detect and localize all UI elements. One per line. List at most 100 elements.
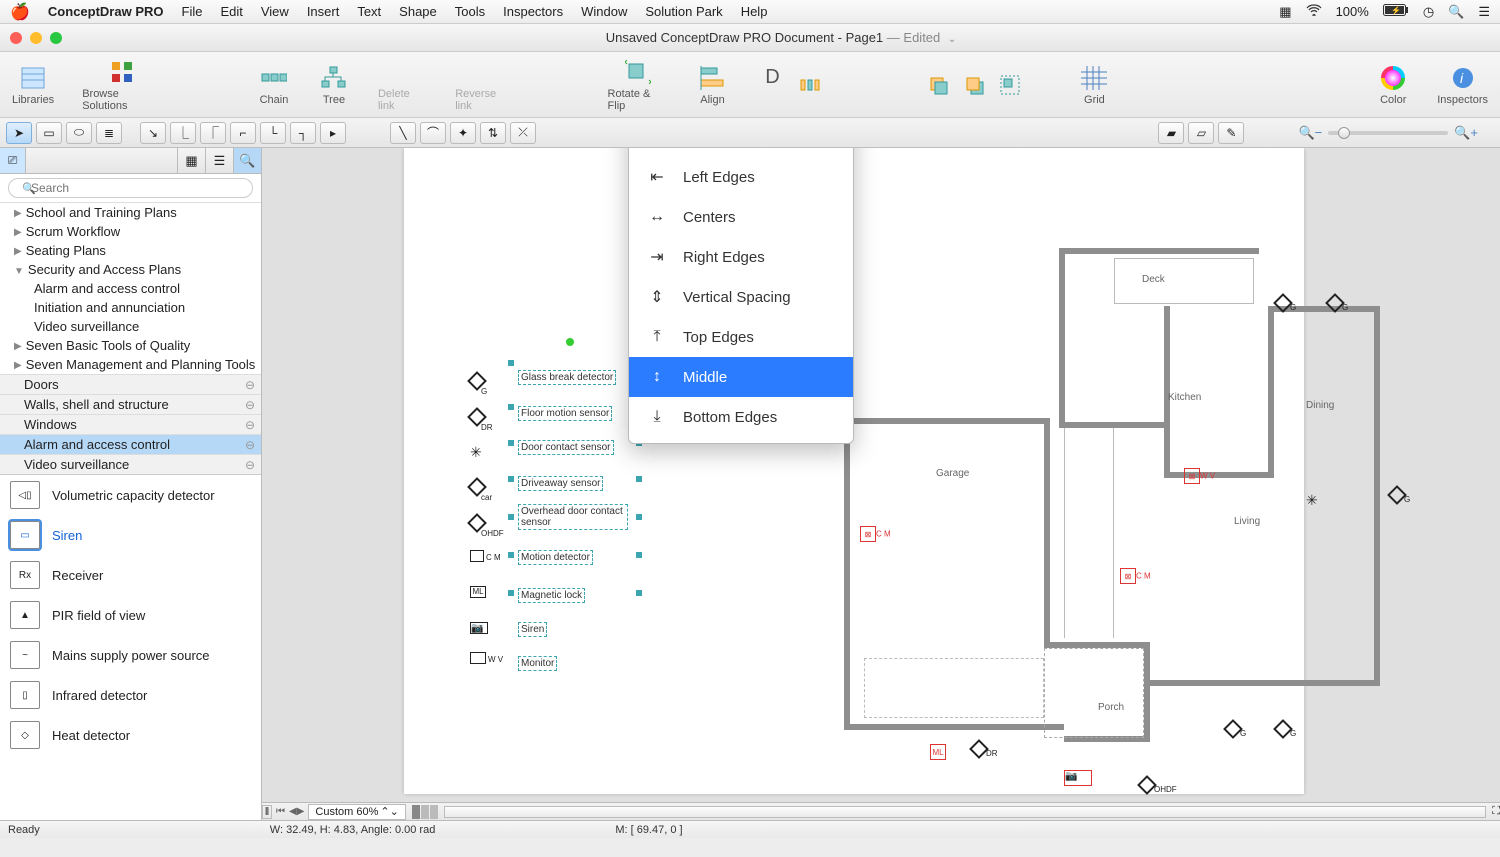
- dd-item-bottom-edges[interactable]: ⤓Bottom Edges: [629, 397, 853, 437]
- dd-item-middle[interactable]: ↕Middle: [629, 357, 853, 397]
- line-tool-2[interactable]: ⌒: [420, 122, 446, 144]
- fit-page-icon[interactable]: ⛶: [1492, 805, 1500, 818]
- legend-icon[interactable]: ML: [470, 586, 486, 598]
- sensor-icon[interactable]: ⊠C M: [1120, 568, 1151, 584]
- spotlight-icon[interactable]: 🔍: [1448, 4, 1464, 20]
- sensor-icon[interactable]: ML: [930, 744, 946, 760]
- menu-file[interactable]: File: [182, 4, 203, 19]
- canvas-page[interactable]: G DR ✳ car OHDF C M ML W V 📷 Glass break…: [404, 148, 1304, 794]
- connector-tool-6[interactable]: ┐: [290, 122, 316, 144]
- sensor-icon[interactable]: G: [1226, 722, 1246, 739]
- library-item[interactable]: ▲PIR field of view: [0, 595, 261, 635]
- line-tool-4[interactable]: ⇅: [480, 122, 506, 144]
- page-first-icon[interactable]: ⏮: [272, 806, 289, 817]
- group-icon[interactable]: [998, 73, 1022, 97]
- sensor-icon[interactable]: OHDF: [1140, 778, 1177, 795]
- bring-front-icon[interactable]: [926, 73, 950, 97]
- connector-tool-1[interactable]: ↘: [140, 122, 166, 144]
- library-item[interactable]: ▯Infrared detector: [0, 675, 261, 715]
- menu-help[interactable]: Help: [741, 4, 768, 19]
- green-handle[interactable]: [566, 338, 574, 349]
- tree-item[interactable]: Alarm and access control: [0, 279, 261, 298]
- tree-item[interactable]: ▶School and Training Plans: [0, 203, 261, 222]
- align-button[interactable]: Align: [696, 64, 728, 106]
- library-item[interactable]: RxReceiver: [0, 555, 261, 595]
- pen-tool[interactable]: ✎: [1218, 122, 1244, 144]
- color-button[interactable]: Color: [1377, 64, 1409, 106]
- fill-tool[interactable]: ▰: [1158, 122, 1184, 144]
- connector-tool-3[interactable]: ⎾: [200, 122, 226, 144]
- battery-icon[interactable]: ⚡: [1383, 4, 1409, 19]
- legend-icon[interactable]: 📷: [470, 622, 488, 634]
- close-icon[interactable]: ⊖: [245, 418, 255, 432]
- legend-icon[interactable]: OHDF: [470, 516, 507, 533]
- distribute-button[interactable]: DD: [756, 64, 788, 106]
- page-next-icon[interactable]: ▶: [297, 806, 305, 817]
- sidebar-search-button[interactable]: 🔍: [233, 148, 261, 173]
- close-icon[interactable]: ⊖: [245, 458, 255, 472]
- distribute-h-icon[interactable]: [798, 73, 822, 97]
- menu-window[interactable]: Window: [581, 4, 627, 19]
- rotate-flip-button[interactable]: Rotate & Flip: [608, 58, 669, 112]
- chain-button[interactable]: Chain: [258, 64, 290, 106]
- connector-tool-5[interactable]: └: [260, 122, 286, 144]
- library-item[interactable]: ◇Heat detector: [0, 715, 261, 755]
- menu-inspectors[interactable]: Inspectors: [503, 4, 563, 19]
- stroke-tool[interactable]: ▱: [1188, 122, 1214, 144]
- close-icon[interactable]: ⊖: [245, 398, 255, 412]
- tree-item[interactable]: ▶Seven Management and Planning Tools: [0, 355, 261, 374]
- libraries-button[interactable]: Libraries: [12, 64, 54, 106]
- dd-item-horizontal-spacing[interactable]: ⇔Horizontal Spacing: [629, 148, 853, 157]
- tree-item[interactable]: ▶Scrum Workflow: [0, 222, 261, 241]
- grid-button[interactable]: Grid: [1078, 64, 1110, 106]
- pointer-tool[interactable]: ➤: [6, 122, 32, 144]
- dd-item-top-edges[interactable]: ⤒Top Edges: [629, 317, 853, 357]
- dd-item-centers[interactable]: ↔Centers: [629, 197, 853, 237]
- line-tool-1[interactable]: ╲: [390, 122, 416, 144]
- zoom-window-button[interactable]: [50, 32, 62, 44]
- sensor-icon[interactable]: G: [1328, 296, 1348, 313]
- tree-item[interactable]: Initiation and annunciation: [0, 298, 261, 317]
- tree-item[interactable]: Video surveillance: [0, 317, 261, 336]
- dd-item-right-edges[interactable]: ⇥Right Edges: [629, 237, 853, 277]
- floor-plan[interactable]: Deck Kitchen Dining Garage Living Porch …: [844, 248, 1414, 688]
- menu-shape[interactable]: Shape: [399, 4, 437, 19]
- library-header[interactable]: Doors⊖: [0, 374, 261, 394]
- page-prev-icon[interactable]: ◀: [289, 806, 297, 817]
- library-header[interactable]: Walls, shell and structure⊖: [0, 394, 261, 414]
- sidebar-grid-view[interactable]: ▦: [177, 148, 205, 173]
- apple-menu-icon[interactable]: 🍎: [10, 2, 30, 22]
- title-dropdown-icon[interactable]: ⌄: [948, 34, 956, 45]
- menu-view[interactable]: View: [261, 4, 289, 19]
- tree-item[interactable]: ▼Security and Access Plans: [0, 260, 261, 279]
- sensor-icon[interactable]: G: [1276, 296, 1296, 313]
- tree-button[interactable]: Tree: [318, 64, 350, 106]
- line-tool-3[interactable]: ✦: [450, 122, 476, 144]
- zoom-thumb[interactable]: [1338, 127, 1350, 139]
- library-header[interactable]: Alarm and access control⊖: [0, 434, 261, 454]
- sensor-icon[interactable]: ⊠C M: [860, 526, 891, 542]
- canvas-area[interactable]: G DR ✳ car OHDF C M ML W V 📷 Glass break…: [262, 148, 1500, 820]
- legend-icon[interactable]: C M: [470, 550, 499, 565]
- library-item[interactable]: ~Mains supply power source: [0, 635, 261, 675]
- ellipse-tool[interactable]: ⬭: [66, 122, 92, 144]
- horizontal-scrollbar[interactable]: [444, 806, 1486, 818]
- close-icon[interactable]: ⊖: [245, 378, 255, 392]
- text-tool[interactable]: ≣: [96, 122, 122, 144]
- wifi-icon[interactable]: [1306, 4, 1322, 19]
- line-tool-5[interactable]: ⤫: [510, 122, 536, 144]
- connector-tool-7[interactable]: ▸: [320, 122, 346, 144]
- library-header[interactable]: Video surveillance⊖: [0, 454, 261, 474]
- zoom-dropdown[interactable]: Custom 60%⌃⌄: [308, 804, 405, 820]
- menu-text[interactable]: Text: [357, 4, 381, 19]
- legend-icon[interactable]: W V: [470, 652, 501, 667]
- inspectors-button[interactable]: iInspectors: [1437, 64, 1488, 106]
- legend-icon[interactable]: car: [470, 480, 495, 497]
- library-item[interactable]: ◁▯Volumetric capacity detector: [0, 475, 261, 515]
- sensor-icon[interactable]: ✳: [1306, 492, 1318, 509]
- legend-icon[interactable]: ✳: [470, 444, 482, 461]
- close-icon[interactable]: ⊖: [245, 438, 255, 452]
- minimize-window-button[interactable]: [30, 32, 42, 44]
- send-back-icon[interactable]: [962, 73, 986, 97]
- legend-icon[interactable]: G: [470, 374, 490, 391]
